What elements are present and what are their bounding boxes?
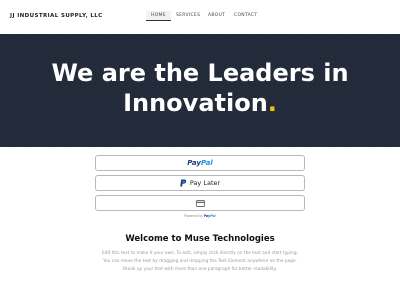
paypal-p-icon: [180, 179, 186, 187]
pay-later-content: Pay Later: [180, 179, 220, 187]
hero-heading-line-1: We are the Leaders in: [51, 59, 349, 87]
hero-heading-line-2: Innovation.: [0, 89, 400, 117]
powered-paypal-part-2: Pal: [210, 214, 216, 218]
nav-services[interactable]: SERVICES: [171, 11, 205, 20]
hero-banner: We are the Leaders in Innovation.: [0, 34, 400, 147]
paypal-logo-part-1: Pay: [187, 159, 201, 167]
intro-line-1: Edit this text to make it your own. To e…: [102, 251, 298, 256]
intro-paragraph: Edit this text to make it your own. To e…: [90, 250, 310, 275]
section-heading: Welcome to Muse Technologies: [125, 234, 275, 244]
hero-heading-word: Innovation: [123, 89, 268, 117]
site-header: JJ INDUSTRIAL SUPPLY, LLC HOME SERVICES …: [0, 0, 400, 34]
nav-about[interactable]: ABOUT: [203, 11, 230, 20]
intro-line-3: Break up your text with more than one pa…: [122, 267, 277, 273]
paypal-button[interactable]: PayPal: [95, 155, 305, 171]
intro-line-2: You can move the text by dragging and dr…: [103, 259, 297, 265]
hero-accent-dot: .: [267, 89, 277, 117]
paypal-logo-part-2: Pal: [200, 159, 213, 167]
nav-contact[interactable]: CONTACT: [229, 11, 262, 20]
credit-card-icon: [195, 199, 205, 207]
powered-by-label: Powered by: [184, 214, 203, 218]
pay-later-button[interactable]: Pay Later: [95, 175, 305, 191]
pay-later-label: Pay Later: [189, 179, 221, 187]
nav-home[interactable]: HOME: [146, 11, 171, 21]
paypal-logo: PayPal: [187, 159, 213, 167]
site-brand[interactable]: JJ INDUSTRIAL SUPPLY, LLC: [10, 13, 103, 19]
powered-by-paypal: Powered by PayPal: [95, 214, 305, 218]
debit-credit-card-button[interactable]: [95, 195, 305, 211]
